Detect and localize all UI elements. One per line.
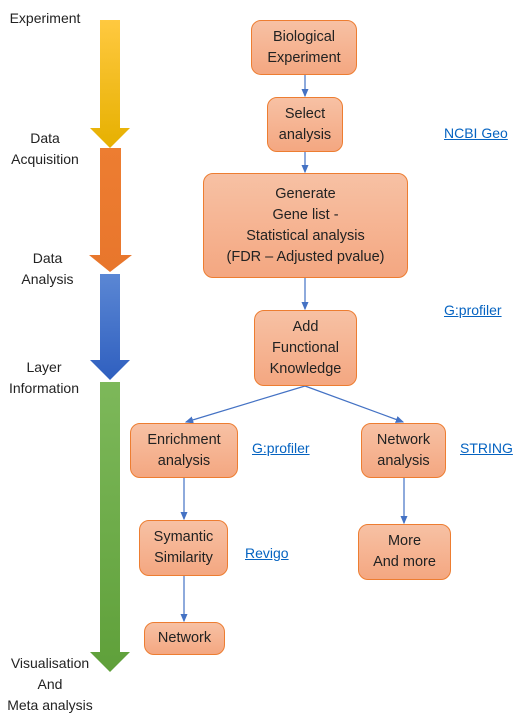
- workflow-diagram: Experiment Data Acquisition Data Analysi…: [0, 0, 531, 718]
- link-gprofiler-top[interactable]: G:profiler: [444, 302, 502, 318]
- box-biological-experiment: Biological Experiment: [251, 20, 357, 75]
- link-ncbi-geo[interactable]: NCBI Geo: [444, 125, 508, 141]
- stage-arrow-acquisition: [89, 148, 132, 272]
- stage-label-experiment: Experiment: [9, 10, 81, 26]
- stage-label-visualisation: Visualisation And Meta analysis: [7, 655, 93, 713]
- stage-label-analysis: Data Analysis: [21, 250, 74, 287]
- link-string[interactable]: STRING: [460, 440, 513, 456]
- link-gprofiler-enrichment[interactable]: G:profiler: [252, 440, 310, 456]
- stage-arrow-layer: [90, 382, 130, 672]
- box-semantic-similarity: Symantic Similarity: [139, 520, 228, 576]
- stage-arrow-experiment: [90, 20, 130, 148]
- box-functional-knowledge: Add Functional Knowledge: [254, 310, 357, 386]
- box-network: Network: [144, 622, 225, 655]
- link-revigo[interactable]: Revigo: [245, 545, 289, 561]
- stage-label-layer: Layer Information: [8, 359, 80, 396]
- box-enrichment-analysis: Enrichment analysis: [130, 423, 238, 478]
- stage-label-acquisition: Data Acquisition: [11, 130, 79, 167]
- box-network-analysis: Network analysis: [361, 423, 446, 478]
- box-more: More And more: [358, 524, 451, 580]
- box-select-analysis: Select analysis: [267, 97, 343, 152]
- stage-arrow-analysis: [90, 274, 130, 380]
- box-generate-gene-list: Generate Gene list - Statistical analysi…: [203, 173, 408, 278]
